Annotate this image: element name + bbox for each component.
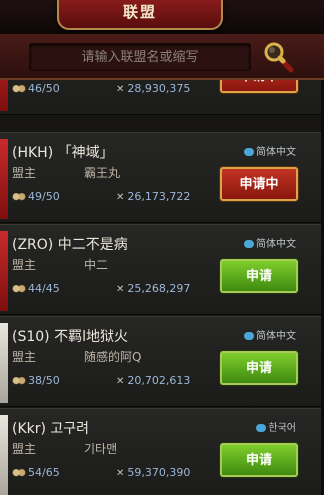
- magnifier-icon: [264, 42, 294, 73]
- members-icon: [12, 84, 26, 94]
- apply-button[interactable]: 申请: [220, 443, 298, 477]
- alliance-language: 简体中文: [244, 235, 296, 250]
- header-bar: 联盟: [0, 0, 324, 35]
- member-count: 49/50: [12, 190, 60, 203]
- alliance-row: (Kkr) 고구려 한국어 盟主 기타맨 54/65 ✕ 59,370,390 申…: [0, 408, 324, 495]
- leader-name: 기타맨: [84, 442, 118, 456]
- crossed-swords-icon: ✕: [116, 192, 125, 203]
- alliance-flag: [0, 139, 8, 219]
- chat-bubble-icon: [256, 424, 267, 432]
- search-button[interactable]: [258, 39, 298, 75]
- members-icon: [12, 284, 26, 294]
- leader-label: 盟主: [12, 442, 37, 456]
- page-title: 联盟: [122, 3, 157, 21]
- leader-label: 盟主: [12, 258, 37, 272]
- alliance-language: 简体中文: [244, 327, 296, 342]
- alliance-flag: [0, 323, 8, 403]
- alliance-language: 한국어: [256, 419, 296, 434]
- chat-bubble-icon: [244, 148, 254, 156]
- leader-name: 中二: [84, 258, 109, 272]
- alliance-list[interactable]: 46/50 ✕28,930,375 申请中 (HKH) 「神域」 简体中文 盟主…: [0, 80, 324, 495]
- search-bar: [0, 34, 324, 80]
- crossed-swords-icon: ✕: [116, 284, 125, 295]
- apply-button[interactable]: 申请: [220, 259, 298, 293]
- chat-bubble-icon: [244, 332, 254, 340]
- search-field[interactable]: [29, 43, 251, 71]
- alliance-language: 简体中文: [244, 143, 296, 158]
- alliance-row: (HKH) 「神域」 简体中文 盟主 霸王丸 49/50 ✕ 26,173,722…: [0, 132, 324, 223]
- crossed-swords-icon: ✕: [116, 376, 125, 387]
- member-count: 38/50: [12, 374, 60, 387]
- members-icon: [12, 468, 26, 478]
- title-plate: 联盟: [57, 0, 223, 30]
- alliance-flag: [0, 80, 8, 111]
- alliance-flag: [0, 415, 8, 495]
- crossed-swords-icon: ✕: [116, 84, 125, 95]
- member-count: 54/65: [12, 466, 60, 479]
- search-input[interactable]: [30, 44, 250, 70]
- applied-button[interactable]: 申请中: [220, 167, 298, 201]
- crossed-swords-icon: ✕: [116, 468, 125, 479]
- alliance-flag: [0, 231, 8, 311]
- alliance-row: (S10) 不羁l地狱火 简体中文 盟主 随感的阿Q 38/50 ✕ 20,702…: [0, 316, 324, 407]
- member-count: 46/50: [12, 82, 60, 95]
- applied-button[interactable]: 申请中: [220, 80, 298, 93]
- leader-name: 霸王丸: [84, 166, 121, 180]
- alliance-power: ✕ 28,930,375: [116, 82, 191, 95]
- apply-button[interactable]: 申请: [220, 351, 298, 385]
- members-icon: [12, 192, 26, 202]
- chat-bubble-icon: [244, 240, 254, 248]
- members-icon: [12, 376, 26, 386]
- member-count: 44/45: [12, 282, 60, 295]
- alliance-power: ✕ 25,268,297: [116, 282, 191, 295]
- alliance-row: (ZRO) 中二不是病 简体中文 盟主 中二 44/45 ✕ 25,268,297…: [0, 224, 324, 315]
- alliance-power: ✕ 59,370,390: [116, 466, 191, 479]
- alliance-name: (S10) 不羁l地狱火: [12, 329, 128, 345]
- alliance-row: 46/50 ✕28,930,375 申请中: [0, 80, 324, 115]
- alliance-power: ✕ 26,173,722: [116, 190, 191, 203]
- alliance-power: ✕ 20,702,613: [116, 374, 191, 387]
- leader-name: 随感的阿Q: [84, 350, 142, 364]
- alliance-name: (HKH) 「神域」: [12, 145, 114, 161]
- leader-label: 盟主: [12, 350, 37, 364]
- alliance-name: (Kkr) 고구려: [12, 421, 90, 437]
- leader-label: 盟主: [12, 166, 37, 180]
- alliance-name: (ZRO) 中二不是病: [12, 237, 128, 253]
